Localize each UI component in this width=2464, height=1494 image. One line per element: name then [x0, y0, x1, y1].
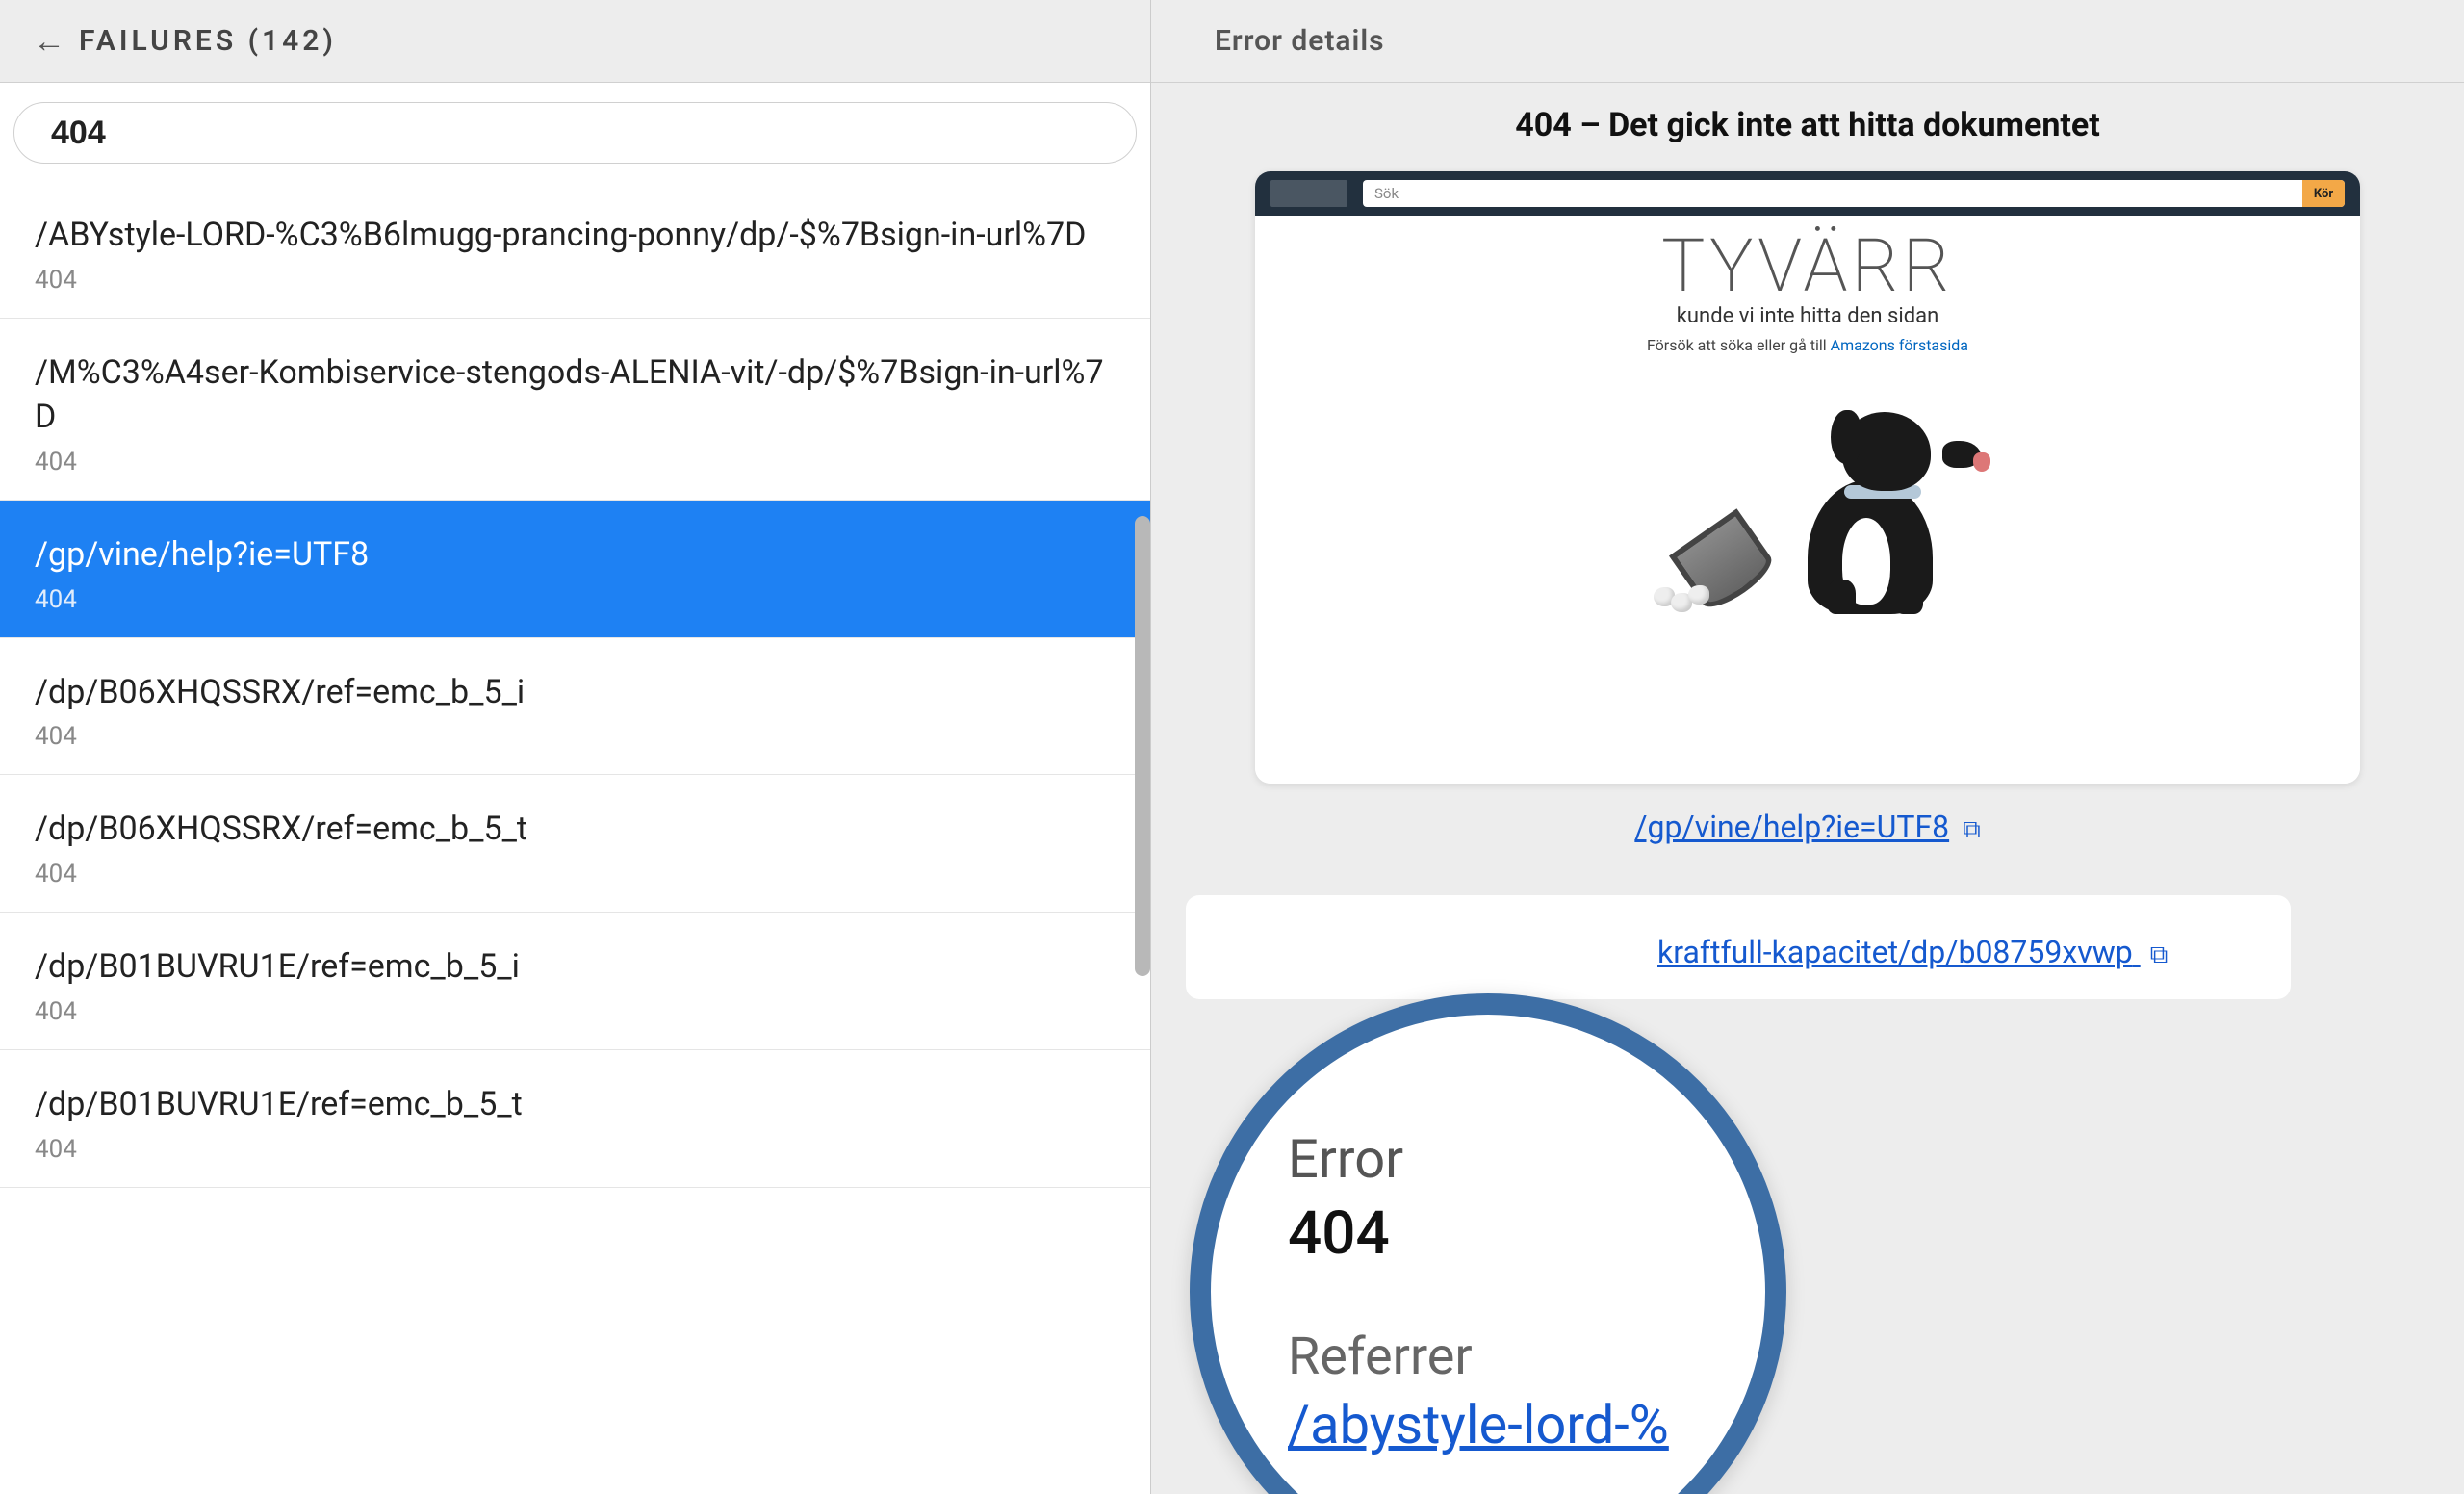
- search-input[interactable]: [13, 102, 1137, 164]
- failure-code: 404: [35, 448, 1116, 477]
- preview-heading: TYVÄRR: [1661, 229, 1954, 302]
- failure-code: 404: [35, 722, 1116, 751]
- preview-search-button: Kör: [2302, 180, 2345, 207]
- search-container: [0, 83, 1150, 181]
- external-link-icon[interactable]: ⧉: [2150, 940, 2169, 970]
- mag-error-value: 404: [1288, 1198, 1765, 1269]
- failures-title: FAILURES (142): [79, 24, 337, 58]
- preview-subheading: kunde vi inte hitta den sidan: [1677, 304, 1938, 328]
- preview-404-image: [1644, 393, 1971, 614]
- failure-item[interactable]: /dp/B01BUVRU1E/ref=emc_b_5_t 404: [0, 1050, 1150, 1188]
- preview-help-text: Försök att söka eller gå till Amazons fö…: [1647, 336, 1968, 354]
- failure-path: /M%C3%A4ser-Kombiservice-stengods-ALENIA…: [35, 351, 1116, 440]
- failure-list[interactable]: /ABYstyle-LORD-%C3%B6lmugg-prancing-ponn…: [0, 181, 1150, 1494]
- failures-panel: ← FAILURES (142) /ABYstyle-LORD-%C3%B6lm…: [0, 0, 1151, 1494]
- preview-logo: [1270, 180, 1348, 207]
- failure-path: /gp/vine/help?ie=UTF8: [35, 533, 1116, 578]
- mag-referrer-link[interactable]: /abystyle-lord-%: [1288, 1393, 1765, 1456]
- details-panel: Error details 404 – Det gick inte att hi…: [1151, 0, 2464, 1494]
- preview-content: TYVÄRR kunde vi inte hitta den sidan För…: [1255, 216, 2360, 784]
- preview-search: Sök Kör: [1363, 180, 2345, 207]
- trash-can-icon: [1654, 508, 1779, 605]
- magnifier-overlay: Error 404 Referrer /abystyle-lord-%: [1190, 993, 1786, 1494]
- dog-icon: [1788, 393, 1962, 614]
- failure-item[interactable]: /dp/B01BUVRU1E/ref=emc_b_5_i 404: [0, 913, 1150, 1050]
- page-preview-card: Sök Kör TYVÄRR kunde vi inte hitta den s…: [1255, 171, 2360, 784]
- failure-code: 404: [35, 860, 1116, 889]
- mag-error-word: Error: [1288, 1127, 1765, 1191]
- failure-code: 404: [35, 997, 1116, 1026]
- referrer-link[interactable]: kraftfull-kapacitet/dp/b08759xvwp ⧉: [1657, 934, 2168, 970]
- failing-url-row: /gp/vine/help?ie=UTF8 ⧉: [1186, 809, 2429, 845]
- failure-path: /dp/B01BUVRU1E/ref=emc_b_5_i: [35, 945, 1116, 990]
- failures-header: ← FAILURES (142): [0, 0, 1150, 83]
- preview-homepage-link: Amazons förstasida: [1831, 336, 1968, 354]
- failure-path: /dp/B06XHQSSRX/ref=emc_b_5_i: [35, 671, 1116, 715]
- detail-page-title: 404 – Det gick inte att hitta dokumentet: [1186, 106, 2429, 144]
- failure-item[interactable]: /dp/B06XHQSSRX/ref=emc_b_5_i 404: [0, 638, 1150, 776]
- failure-item[interactable]: /M%C3%A4ser-Kombiservice-stengods-ALENIA…: [0, 319, 1150, 501]
- scrollbar-thumb[interactable]: [1135, 516, 1150, 976]
- preview-search-placeholder: Sök: [1374, 185, 1399, 202]
- failure-item[interactable]: /gp/vine/help?ie=UTF8 404: [0, 501, 1150, 638]
- details-body: 404 – Det gick inte att hitta dokumentet…: [1151, 83, 2464, 1494]
- failing-url-link[interactable]: /gp/vine/help?ie=UTF8: [1634, 809, 1949, 845]
- preview-navbar: Sök Kör: [1255, 171, 2360, 216]
- failure-path: /ABYstyle-LORD-%C3%B6lmugg-prancing-ponn…: [35, 214, 1116, 258]
- failure-code: 404: [35, 1135, 1116, 1164]
- back-arrow-icon[interactable]: ←: [33, 22, 65, 61]
- mag-referrer-label: Referrer: [1288, 1327, 1765, 1387]
- details-title: Error details: [1215, 24, 1385, 58]
- failure-code: 404: [35, 585, 1116, 614]
- failure-code: 404: [35, 266, 1116, 295]
- failure-item[interactable]: /ABYstyle-LORD-%C3%B6lmugg-prancing-ponn…: [0, 181, 1150, 319]
- failure-item[interactable]: /dp/B06XHQSSRX/ref=emc_b_5_t 404: [0, 775, 1150, 913]
- details-header: Error details: [1151, 0, 2464, 83]
- external-link-icon[interactable]: ⧉: [1963, 815, 1981, 845]
- referrer-card: kraftfull-kapacitet/dp/b08759xvwp ⧉: [1186, 895, 2291, 999]
- failure-path: /dp/B06XHQSSRX/ref=emc_b_5_t: [35, 808, 1116, 852]
- failure-path: /dp/B01BUVRU1E/ref=emc_b_5_t: [35, 1083, 1116, 1127]
